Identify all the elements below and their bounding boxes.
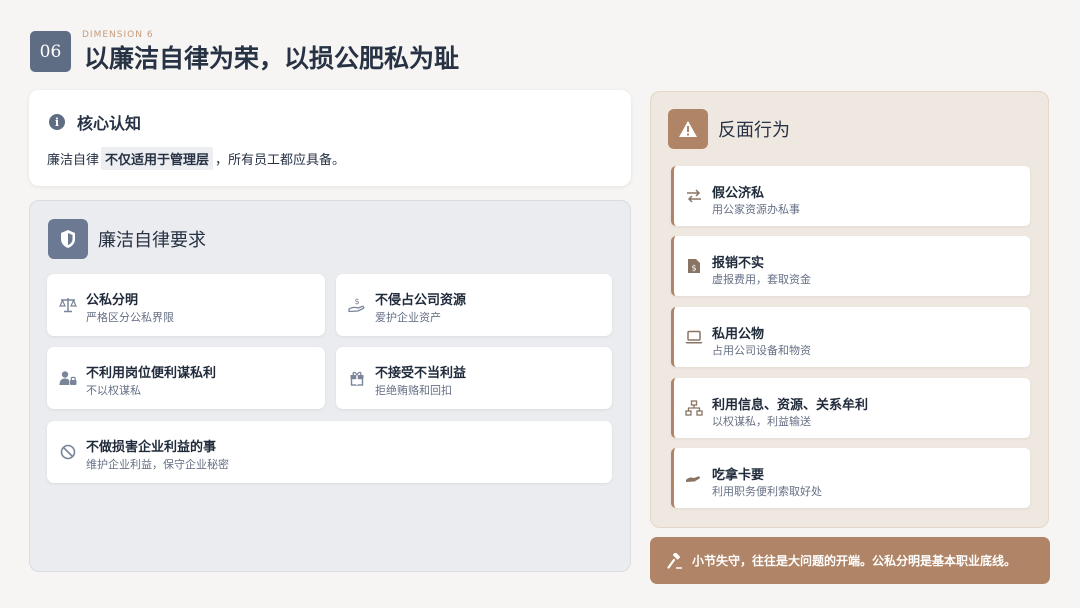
requirement-item: $ 不侵占公司资源 爱护企业资产	[336, 274, 612, 336]
requirement-title: 公私分明	[86, 293, 139, 308]
hand-take-icon	[685, 469, 703, 487]
ban-icon	[59, 443, 77, 461]
requirement-desc: 不以权谋私	[86, 384, 141, 397]
exchange-icon	[685, 187, 703, 205]
negative-item-desc: 用公家资源办私事	[712, 203, 800, 216]
summary-banner: 小节失守，往往是大问题的开端。公私分明是基本职业底线。	[650, 537, 1050, 584]
gavel-icon	[666, 552, 684, 570]
page-title: 以廉洁自律为荣，以损公肥私为耻	[84, 44, 460, 73]
negative-behaviors-panel: 反面行为 假公济私 用公家资源办私事 $ 报销不实 虚报费用，套取资金 私用公物…	[650, 91, 1049, 528]
gift-icon	[348, 369, 366, 387]
core-highlight: 不仅适用于管理层	[101, 147, 214, 170]
negative-item: 吃拿卡要 利用职务便利索取好处	[671, 448, 1030, 508]
scale-icon	[59, 296, 77, 314]
requirement-title: 不利用岗位便利谋私利	[86, 366, 217, 381]
requirements-header: 廉洁自律要求	[48, 219, 206, 259]
shield-icon	[48, 219, 88, 259]
negative-item-title: 私用公物	[712, 327, 765, 342]
negative-item: 假公济私 用公家资源办私事	[671, 166, 1030, 226]
requirements-title: 廉洁自律要求	[98, 230, 206, 251]
requirement-item: 公私分明 严格区分公私界限	[47, 274, 325, 336]
negative-item-title: 报销不实	[712, 256, 765, 271]
banner-text: 小节失守，往往是大问题的开端。公私分明是基本职业底线。	[692, 554, 1017, 568]
negative-item-title: 利用信息、资源、关系牟利	[712, 398, 869, 413]
core-text: 廉洁自律 不仅适用于管理层 ，所有员工都应具备。	[47, 147, 345, 170]
user-lock-icon	[59, 369, 77, 387]
requirement-desc: 维护企业利益，保守企业秘密	[86, 458, 229, 471]
info-icon: i	[49, 114, 65, 130]
negative-item-desc: 利用职务便利索取好处	[712, 485, 822, 498]
requirement-desc: 拒绝贿赂和回扣	[375, 384, 452, 397]
negative-title: 反面行为	[718, 120, 790, 141]
negative-item-title: 假公济私	[712, 186, 765, 201]
negative-item: 私用公物 占用公司设备和物资	[671, 307, 1030, 367]
laptop-icon	[685, 328, 703, 346]
core-header: i 核心认知	[49, 110, 141, 134]
negative-item-desc: 占用公司设备和物资	[712, 344, 811, 357]
hand-money-icon: $	[348, 296, 366, 314]
svg-text:$: $	[354, 297, 359, 306]
core-text-after: ，所有员工都应具备。	[215, 153, 346, 168]
core-text-before: 廉洁自律	[47, 153, 100, 168]
negative-item-desc: 虚报费用，套取资金	[712, 273, 811, 286]
negative-item: 利用信息、资源、关系牟利 以权谋私，利益输送	[671, 378, 1030, 438]
core-title: 核心认知	[77, 114, 142, 133]
negative-item-desc: 以权谋私，利益输送	[712, 415, 811, 428]
requirement-item: 不接受不当利益 拒绝贿赂和回扣	[336, 347, 612, 409]
requirement-desc: 严格区分公私界限	[86, 311, 174, 324]
requirement-title: 不做损害企业利益的事	[86, 440, 217, 455]
section-number-badge: 06	[30, 31, 71, 72]
slide: 06 DIMENSION 6 以廉洁自律为荣，以损公肥私为耻 i 核心认知 廉洁…	[0, 0, 1080, 608]
core-insight-card: i 核心认知 廉洁自律 不仅适用于管理层 ，所有员工都应具备。	[29, 90, 631, 186]
requirement-item: 不利用岗位便利谋私利 不以权谋私	[47, 347, 325, 409]
warning-icon	[668, 109, 708, 149]
requirements-panel: 廉洁自律要求 公私分明 严格区分公私界限 $ 不侵占公司资源 爱护企业资产 不利…	[29, 200, 631, 572]
invoice-icon: $	[685, 257, 703, 275]
requirement-item: 不做损害企业利益的事 维护企业利益，保守企业秘密	[47, 421, 612, 483]
negative-item-title: 吃拿卡要	[712, 468, 765, 483]
requirement-title: 不侵占公司资源	[375, 293, 467, 308]
requirement-title: 不接受不当利益	[375, 366, 467, 381]
network-icon	[685, 399, 703, 417]
svg-text:$: $	[691, 264, 696, 273]
negative-item: $ 报销不实 虚报费用，套取资金	[671, 236, 1030, 296]
requirement-desc: 爱护企业资产	[375, 311, 441, 324]
negative-header: 反面行为	[668, 109, 790, 149]
